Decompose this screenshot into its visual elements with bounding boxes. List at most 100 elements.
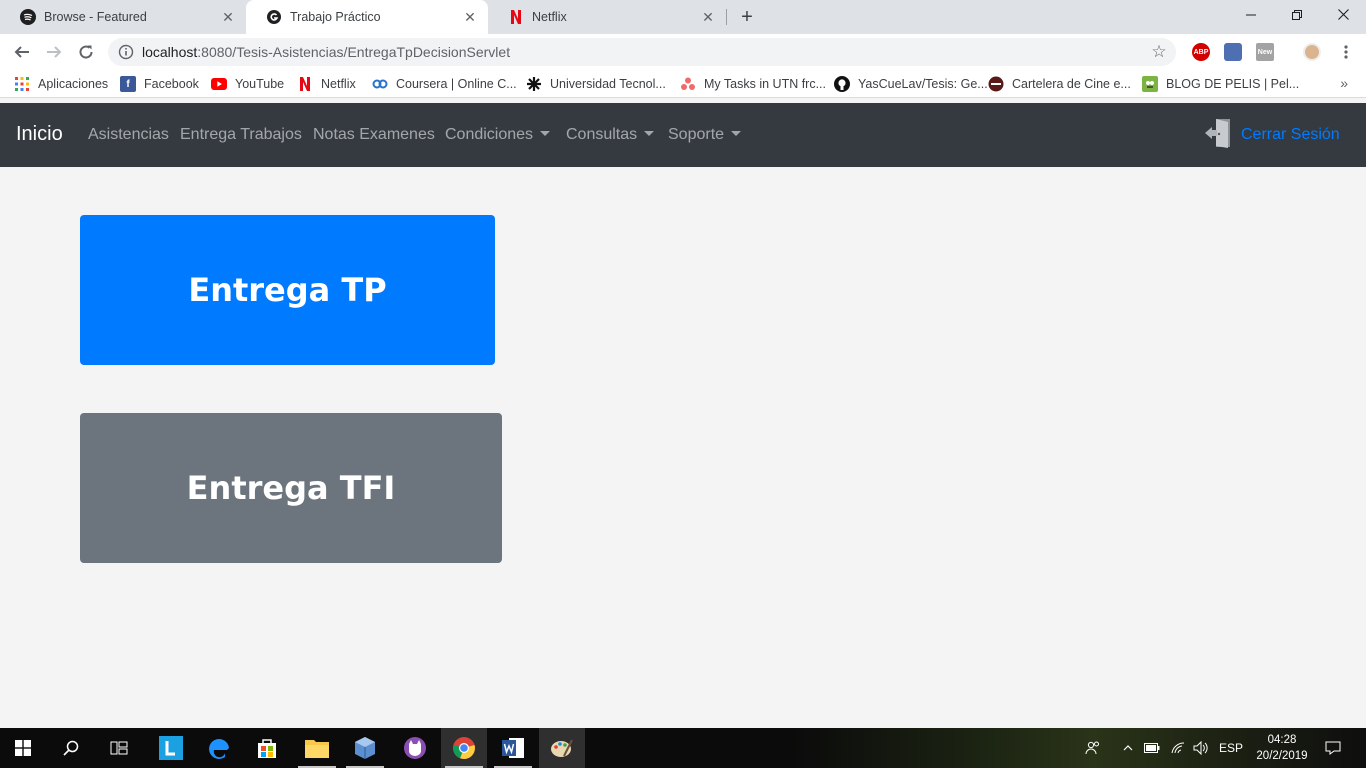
taskbar-virtualbox[interactable]: [342, 728, 388, 768]
l-app-icon: [159, 736, 183, 760]
tab-trabajo-practico[interactable]: Trabajo Práctico ✕: [246, 0, 488, 34]
bookmark-label: YasCueLav/Tesis: Ge...: [858, 77, 988, 91]
nav-soporte-dropdown[interactable]: Soporte: [668, 126, 742, 144]
bookmark-label: Facebook: [144, 77, 199, 91]
nav-consultas-dropdown[interactable]: Consultas: [566, 126, 655, 144]
task-view-button[interactable]: [96, 728, 142, 768]
forward-arrow-icon: [47, 46, 62, 58]
taskbar-file-explorer[interactable]: [294, 728, 340, 768]
search-button[interactable]: [48, 728, 94, 768]
store-icon: [258, 739, 276, 758]
taskbar-chrome[interactable]: [441, 728, 487, 768]
taskbar-store[interactable]: [244, 728, 290, 768]
bookmark-label: Cartelera de Cine e...: [1012, 77, 1131, 91]
nav-asistencias[interactable]: Asistencias: [88, 126, 169, 144]
tab-separator: [726, 9, 727, 25]
nav-label: Condiciones: [445, 126, 534, 143]
word-icon: [502, 738, 524, 758]
tab-title: Browse - Featured: [44, 10, 147, 24]
bookmark-github[interactable]: YasCueLav/Tesis: Ge...: [834, 75, 988, 93]
taskbar-purple-app[interactable]: [392, 728, 438, 768]
people-icon[interactable]: [1082, 728, 1104, 768]
start-button[interactable]: [0, 728, 46, 768]
bookmark-asana[interactable]: My Tasks in UTN frc...: [680, 75, 826, 93]
caret-down-icon: [644, 131, 655, 136]
site-info-icon[interactable]: [118, 44, 134, 60]
bookmark-star-icon[interactable]: ☆: [1150, 43, 1168, 61]
tab-title: Netflix: [532, 10, 567, 24]
main-navbar: Inicio Asistencias Entrega Trabajos Nota…: [0, 103, 1366, 167]
taskbar-edge[interactable]: [196, 728, 242, 768]
bookmark-label: Universidad Tecnol...: [550, 77, 666, 91]
facebook-icon: f: [120, 76, 136, 92]
tab-browse-featured[interactable]: Browse - Featured ✕: [0, 0, 246, 34]
forward-button[interactable]: [42, 40, 66, 64]
browser-tabstrip: Browse - Featured ✕ Trabajo Práctico ✕ N…: [0, 0, 1366, 34]
bookmark-blog-pelis[interactable]: BLOG DE PELIS | Pel...: [1142, 75, 1299, 93]
back-button[interactable]: [10, 40, 34, 64]
spotify-icon: [20, 9, 36, 25]
bookmarks-overflow-icon[interactable]: »: [1340, 75, 1348, 91]
page-icon: [266, 9, 282, 25]
entrega-tfi-button[interactable]: Entrega TFI: [80, 413, 502, 563]
apps-grid-icon: [14, 76, 30, 92]
bookmark-coursera[interactable]: Coursera | Online C...: [372, 75, 517, 93]
bookmark-label: Coursera | Online C...: [396, 77, 517, 91]
utn-icon: [526, 76, 542, 92]
bookmark-aplicaciones[interactable]: Aplicaciones: [14, 75, 108, 93]
nav-notas-examenes[interactable]: Notas Examenes: [313, 126, 435, 144]
entrega-tp-button[interactable]: Entrega TP: [80, 215, 495, 365]
paint-icon: [551, 739, 573, 757]
bookmark-facebook[interactable]: f Facebook: [120, 75, 199, 93]
wifi-icon[interactable]: [1167, 728, 1189, 768]
close-tab-icon[interactable]: ✕: [462, 9, 478, 25]
youtube-icon: [211, 76, 227, 92]
address-bar[interactable]: localhost:8080/Tesis-Asistencias/Entrega…: [108, 38, 1176, 66]
profile-avatar[interactable]: [1303, 43, 1321, 61]
close-window-button[interactable]: [1320, 0, 1366, 30]
task-view-icon: [110, 741, 128, 755]
show-hidden-icons-icon[interactable]: [1118, 728, 1138, 768]
taskbar-l-app[interactable]: [148, 728, 194, 768]
close-tab-icon[interactable]: ✕: [220, 9, 236, 25]
bookmark-netflix[interactable]: Netflix: [297, 75, 356, 93]
chrome-icon: [453, 737, 475, 760]
new-extension-icon[interactable]: New: [1256, 43, 1274, 61]
blog-icon: [1142, 76, 1158, 92]
taskbar-paint[interactable]: [539, 728, 585, 768]
clock-date: 20/2/2019: [1256, 750, 1308, 762]
system-clock[interactable]: 04:28 20/2/2019: [1250, 732, 1314, 764]
reload-button[interactable]: [74, 40, 98, 64]
tab-netflix[interactable]: Netflix ✕: [488, 0, 726, 34]
nav-entrega-trabajos[interactable]: Entrega Trabajos: [180, 126, 302, 144]
nav-condiciones-dropdown[interactable]: Condiciones: [445, 126, 551, 144]
bookmark-cartelera[interactable]: Cartelera de Cine e...: [988, 75, 1131, 93]
bookmark-youtube[interactable]: YouTube: [211, 75, 284, 93]
bookmark-label: My Tasks in UTN frc...: [704, 77, 827, 91]
new-tab-button[interactable]: +: [736, 6, 758, 28]
notifications-icon[interactable]: [1320, 728, 1346, 768]
cube-icon: [355, 737, 375, 759]
taskbar-word[interactable]: [490, 728, 536, 768]
entrega-tfi-label: Entrega TFI: [186, 469, 396, 507]
url-text[interactable]: localhost:8080/Tesis-Asistencias/Entrega…: [142, 44, 510, 60]
asana-icon: [680, 76, 696, 92]
adblock-plus-icon[interactable]: ABP: [1192, 43, 1210, 61]
cube-extension-icon[interactable]: [1224, 43, 1242, 61]
restore-button[interactable]: [1274, 0, 1320, 30]
edge-icon: [209, 738, 229, 759]
netflix-icon: [297, 76, 313, 92]
close-tab-icon[interactable]: ✕: [700, 9, 716, 25]
logout-link[interactable]: Cerrar Sesión: [1204, 118, 1340, 151]
input-language-indicator[interactable]: ESP: [1216, 728, 1246, 768]
bookmark-utn[interactable]: Universidad Tecnol...: [526, 75, 666, 93]
bookmark-label: Netflix: [321, 77, 356, 91]
battery-icon[interactable]: [1141, 728, 1163, 768]
chrome-menu-button[interactable]: [1334, 40, 1358, 64]
volume-icon[interactable]: [1190, 728, 1212, 768]
windows-taskbar: ESP 04:28 20/2/2019: [0, 728, 1366, 768]
minimize-button[interactable]: [1228, 0, 1274, 30]
search-icon: [63, 740, 79, 756]
nav-label: Consultas: [566, 126, 638, 143]
navbar-brand-inicio[interactable]: Inicio: [16, 123, 63, 146]
